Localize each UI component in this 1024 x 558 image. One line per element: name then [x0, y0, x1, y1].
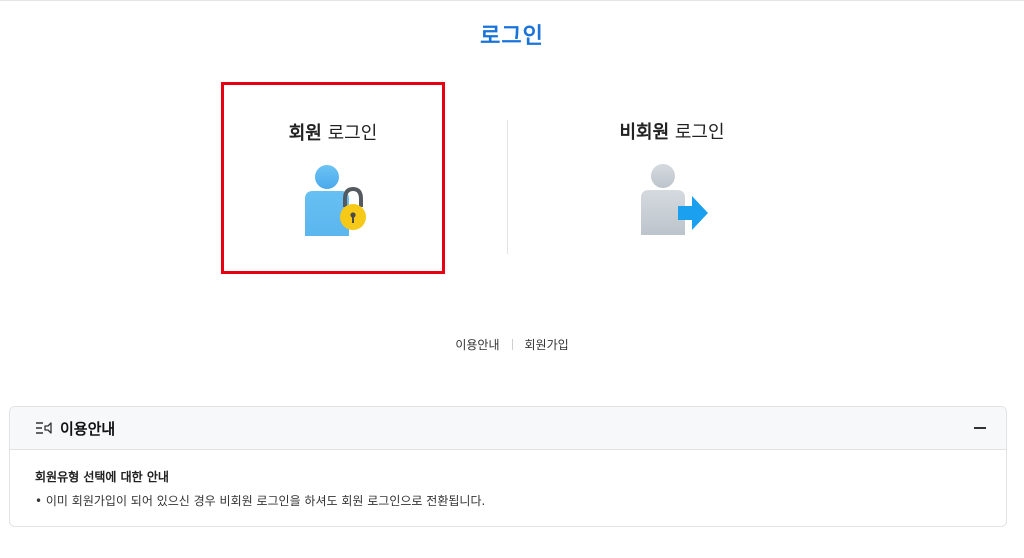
guide-panel-body: 회원유형 선택에 대한 안내 • 이미 회원가입이 되어 있으신 경우 비회원 … — [10, 450, 1006, 509]
guest-login-title-rest: 로그인 — [669, 122, 725, 143]
sub-links: 이용안내 회원가입 — [0, 336, 1024, 353]
member-login-title: 회원 로그인 — [224, 119, 442, 145]
guide-subtitle: 회원유형 선택에 대한 안내 — [35, 470, 169, 484]
signup-link[interactable]: 회원가입 — [513, 336, 581, 353]
guide-item: • 이미 회원가입이 되어 있으신 경우 비회원 로그인을 하셔도 회원 로그인… — [35, 494, 486, 508]
guide-link[interactable]: 이용안내 — [443, 336, 511, 353]
user-lock-icon — [305, 165, 366, 236]
top-divider — [0, 0, 1024, 1]
guide-panel: 이용안내 회원유형 선택에 대한 안내 • 이미 회원가입이 되어 있으신 경우… — [9, 406, 1007, 527]
page-title: 로그인 — [480, 24, 544, 49]
member-login-title-bold: 회원 — [288, 123, 322, 144]
guest-login-option[interactable]: 비회원 로그인 — [560, 82, 784, 274]
user-arrow-icon — [641, 164, 708, 235]
guide-panel-title: 이용안내 — [60, 420, 116, 438]
minus-icon[interactable] — [974, 427, 986, 429]
member-login-title-rest: 로그인 — [321, 123, 378, 144]
guest-login-title-bold: 비회원 — [619, 122, 670, 143]
guest-login-title: 비회원 로그인 — [560, 118, 784, 144]
guide-panel-header[interactable]: 이용안내 — [10, 407, 1006, 450]
list-speaker-icon — [36, 422, 52, 434]
options-divider — [507, 120, 508, 254]
member-login-option[interactable]: 회원 로그인 — [221, 82, 445, 274]
